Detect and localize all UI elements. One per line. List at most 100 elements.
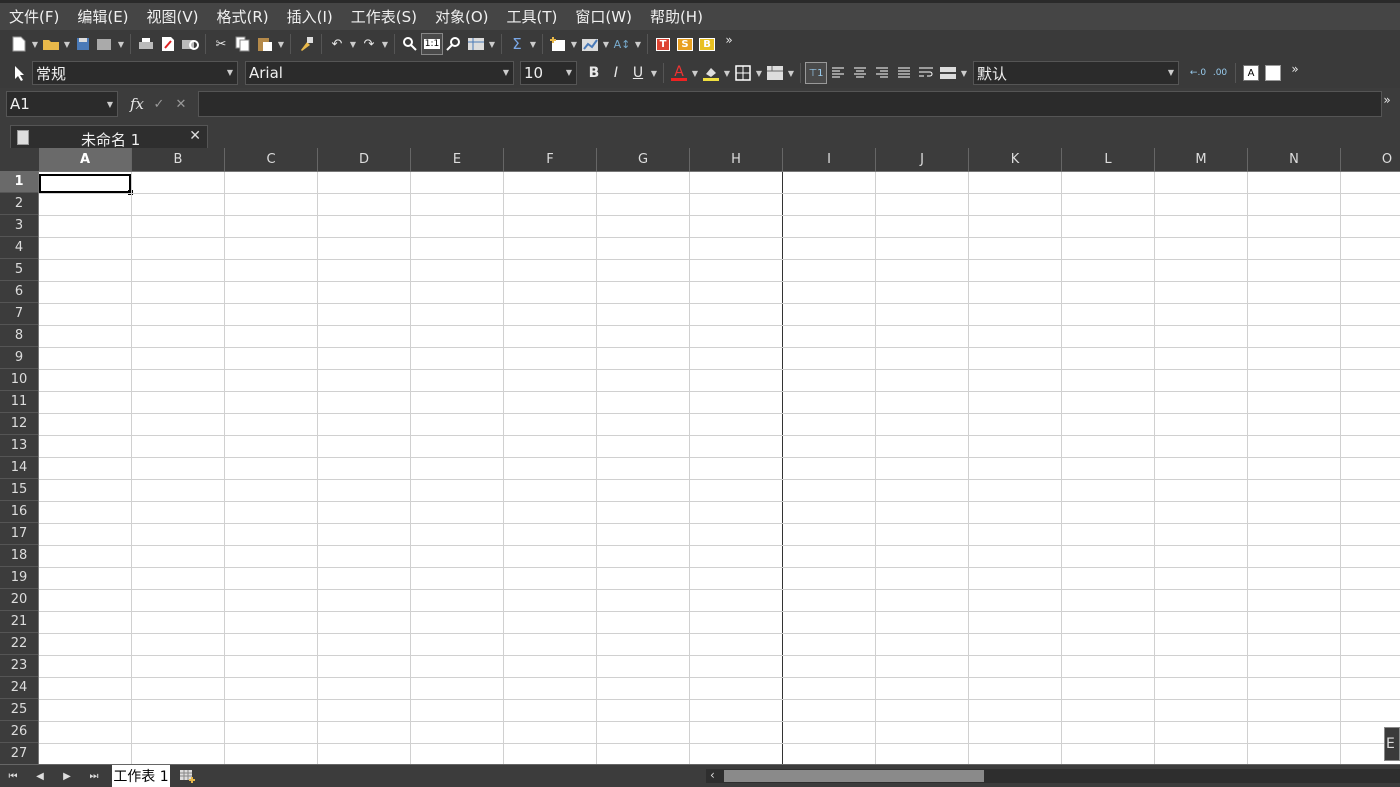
align-center-icon[interactable] bbox=[849, 62, 871, 84]
new-document-icon[interactable] bbox=[8, 33, 30, 55]
cell-frame-icon[interactable] bbox=[1262, 62, 1284, 84]
save-icon[interactable] bbox=[72, 33, 94, 55]
paste-icon[interactable] bbox=[254, 33, 276, 55]
row-header[interactable]: 19 bbox=[0, 567, 38, 589]
menu-item[interactable]: 帮助(H) bbox=[641, 6, 712, 27]
row-header[interactable]: 22 bbox=[0, 633, 38, 655]
redo-icon[interactable]: ↷ bbox=[358, 33, 380, 55]
scroll-left-icon[interactable]: ‹ bbox=[710, 768, 715, 782]
formula-input[interactable] bbox=[198, 91, 1382, 117]
borders-dropdown-icon[interactable]: ▼ bbox=[754, 69, 764, 78]
number-format-select[interactable]: 默认 ▼ bbox=[973, 61, 1179, 85]
row-header[interactable]: 18 bbox=[0, 545, 38, 567]
italic-button[interactable]: I bbox=[605, 62, 627, 84]
cell-style-select[interactable]: 常规 ▼ bbox=[32, 61, 238, 85]
open-folder-icon[interactable] bbox=[40, 33, 62, 55]
presentation-app-icon[interactable]: B bbox=[696, 33, 718, 55]
column-header[interactable]: J bbox=[876, 148, 969, 171]
decrease-decimal-icon[interactable]: ←.0 bbox=[1187, 62, 1209, 84]
cell-area[interactable] bbox=[39, 172, 1400, 764]
menu-item[interactable]: 文件(F) bbox=[0, 6, 68, 27]
row-header[interactable]: 6 bbox=[0, 281, 38, 303]
spreadsheet-grid[interactable]: ABCDEFGHIJKLMNO 1 2 3 4 5 6 7 8 9 10 11 12 13 14 15 16 1… bbox=[0, 148, 1400, 764]
close-icon[interactable]: ✕ bbox=[189, 128, 201, 144]
column-header[interactable]: B bbox=[132, 148, 225, 171]
font-color-dropdown-icon[interactable]: ▼ bbox=[690, 69, 700, 78]
row-header[interactable]: 17 bbox=[0, 523, 38, 545]
last-sheet-icon[interactable]: ⏭ bbox=[83, 768, 105, 784]
row-header[interactable]: 25 bbox=[0, 699, 38, 721]
sort-icon[interactable]: A↕ bbox=[611, 33, 633, 55]
toolbar-overflow-icon[interactable]: » bbox=[1284, 62, 1306, 84]
row-header[interactable]: 24 bbox=[0, 677, 38, 699]
column-header[interactable]: L bbox=[1062, 148, 1155, 171]
cell-reference-box[interactable]: A1 ▼ bbox=[6, 91, 118, 117]
zoom-100-icon[interactable]: 1:1 bbox=[421, 33, 443, 55]
row-header[interactable]: 20 bbox=[0, 589, 38, 611]
bold-button[interactable]: B bbox=[583, 62, 605, 84]
menu-item[interactable]: 工作表(S) bbox=[342, 6, 426, 27]
save-dropdown-icon[interactable]: ▼ bbox=[116, 40, 126, 49]
column-header[interactable]: C bbox=[225, 148, 318, 171]
row-header[interactable]: 2 bbox=[0, 193, 38, 215]
document-tab[interactable]: 未命名 1 ✕ bbox=[10, 125, 208, 149]
print-preview-icon[interactable] bbox=[179, 33, 201, 55]
print-icon[interactable] bbox=[135, 33, 157, 55]
sheet-tab[interactable]: 工作表 1 bbox=[112, 765, 170, 787]
row-header[interactable]: 7 bbox=[0, 303, 38, 325]
toolbar-overflow-icon[interactable]: » bbox=[1382, 93, 1392, 115]
menu-item[interactable]: 对象(O) bbox=[426, 6, 498, 27]
column-header[interactable]: H bbox=[690, 148, 783, 171]
undo-dropdown-icon[interactable]: ▼ bbox=[348, 40, 358, 49]
new-dropdown-icon[interactable]: ▼ bbox=[30, 40, 40, 49]
menu-item[interactable]: 格式(R) bbox=[208, 6, 278, 27]
horizontal-scrollbar[interactable]: ‹ bbox=[706, 768, 1400, 783]
row-header[interactable]: 27 bbox=[0, 743, 38, 764]
insert-dropdown-icon[interactable]: ▼ bbox=[569, 40, 579, 49]
row-header[interactable]: 3 bbox=[0, 215, 38, 237]
row-header[interactable]: 1 bbox=[0, 171, 38, 193]
cut-icon[interactable]: ✂ bbox=[210, 33, 232, 55]
fill-color-dropdown-icon[interactable]: ▼ bbox=[722, 69, 732, 78]
vertical-align-icon[interactable] bbox=[937, 62, 959, 84]
row-header[interactable]: 26 bbox=[0, 721, 38, 743]
column-header[interactable]: G bbox=[597, 148, 690, 171]
column-header[interactable]: M bbox=[1155, 148, 1248, 171]
menu-item[interactable]: 工具(T) bbox=[498, 6, 567, 27]
align-left-icon[interactable] bbox=[827, 62, 849, 84]
cancel-x-icon[interactable]: ✕ bbox=[170, 93, 192, 115]
column-header[interactable]: I bbox=[783, 148, 876, 171]
next-sheet-icon[interactable]: ▶ bbox=[56, 768, 78, 784]
chart-icon[interactable] bbox=[579, 33, 601, 55]
add-sheet-icon[interactable] bbox=[176, 768, 198, 784]
column-header[interactable]: F bbox=[504, 148, 597, 171]
first-sheet-icon[interactable]: ⏮ bbox=[2, 768, 24, 784]
menu-item[interactable]: 插入(I) bbox=[278, 6, 342, 27]
row-header[interactable]: 12 bbox=[0, 413, 38, 435]
column-header[interactable]: E bbox=[411, 148, 504, 171]
zoom-icon[interactable] bbox=[443, 33, 465, 55]
format-painter-icon[interactable] bbox=[295, 33, 317, 55]
column-header[interactable]: A bbox=[39, 148, 132, 171]
font-color-button[interactable]: A bbox=[668, 62, 690, 84]
row-header[interactable]: 4 bbox=[0, 237, 38, 259]
find-icon[interactable] bbox=[399, 33, 421, 55]
merge-cells-icon[interactable] bbox=[764, 62, 786, 84]
undo-icon[interactable]: ↶ bbox=[326, 33, 348, 55]
accept-check-icon[interactable]: ✓ bbox=[148, 93, 170, 115]
merge-dropdown-icon[interactable]: ▼ bbox=[786, 69, 796, 78]
row-header[interactable]: 14 bbox=[0, 457, 38, 479]
floating-panel-tab[interactable]: E bbox=[1384, 727, 1400, 761]
row-header[interactable]: 11 bbox=[0, 391, 38, 413]
row-header[interactable]: 23 bbox=[0, 655, 38, 677]
function-wizard-icon[interactable]: fx bbox=[126, 93, 148, 115]
spreadsheet-app-icon[interactable]: S bbox=[674, 33, 696, 55]
align-right-icon[interactable] bbox=[871, 62, 893, 84]
row-header[interactable]: 13 bbox=[0, 435, 38, 457]
scrollbar-thumb[interactable] bbox=[724, 770, 984, 782]
fill-color-icon[interactable] bbox=[700, 62, 722, 84]
sum-icon[interactable]: Σ bbox=[506, 33, 528, 55]
row-header[interactable]: 21 bbox=[0, 611, 38, 633]
menu-item[interactable]: 窗口(W) bbox=[566, 6, 641, 27]
row-header[interactable]: 16 bbox=[0, 501, 38, 523]
